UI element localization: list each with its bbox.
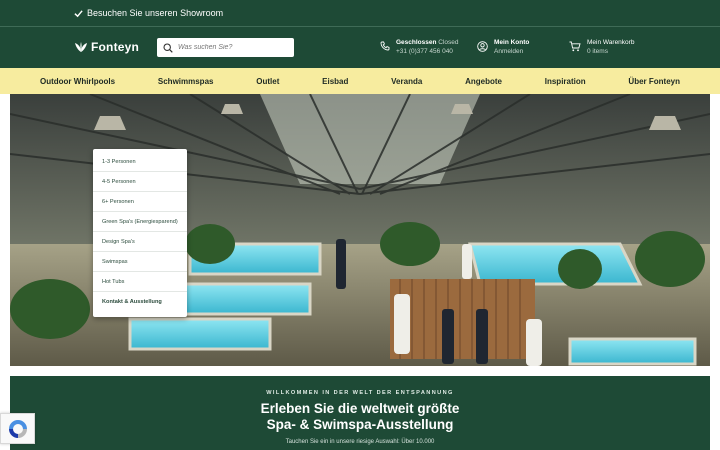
logo[interactable]: Fonteyn	[74, 40, 139, 54]
cart-link[interactable]: Mein Warenkorb 0 items	[569, 38, 634, 56]
status-label: Geschlossen	[396, 39, 437, 46]
menu-item-design-spas[interactable]: Design Spa's	[93, 232, 187, 252]
category-dropdown: 1-3 Personen 4-5 Personen 6+ Personen Gr…	[93, 149, 187, 317]
logo-text: Fonteyn	[91, 40, 140, 54]
nav-item-outdoor-whirlpools[interactable]: Outdoor Whirlpools	[40, 77, 115, 86]
nav-item-angebote[interactable]: Angebote	[465, 77, 502, 86]
search-input[interactable]	[178, 44, 288, 51]
welcome-section: WILLKOMMEN IN DER WELT DER ENTSPANNUNG E…	[10, 376, 710, 450]
leaf-logo-icon	[75, 42, 87, 52]
headline-line-2: Spa- & Swimspa-Ausstellung	[266, 417, 454, 432]
nav-item-veranda[interactable]: Veranda	[391, 77, 422, 86]
status-state: Closed	[438, 39, 459, 46]
main-nav: Outdoor Whirlpools Schwimmspas Outlet Ei…	[0, 68, 720, 94]
phone-icon	[380, 41, 390, 51]
nav-item-schwimmspas[interactable]: Schwimmspas	[158, 77, 214, 86]
nav-item-outlet[interactable]: Outlet	[256, 77, 279, 86]
cart-label: Mein Warenkorb	[587, 39, 635, 46]
search-box[interactable]	[157, 38, 294, 57]
check-icon	[74, 9, 83, 17]
menu-item-green-spas[interactable]: Green Spa's (Energiesparend)	[93, 212, 187, 232]
nav-item-ueber-fonteyn[interactable]: Über Fonteyn	[628, 77, 680, 86]
menu-item-hot-tubs[interactable]: Hot Tubs	[93, 272, 187, 292]
site-header: Fonteyn Geschlossen Closed +31 (0)377 45…	[0, 27, 720, 68]
nav-item-eisbad[interactable]: Eisbad	[322, 77, 348, 86]
welcome-headline: Erleben Sie die weltweit größte Spa- & S…	[10, 401, 710, 433]
cart-count: 0 items	[587, 48, 608, 55]
opening-status[interactable]: Geschlossen Closed +31 (0)377 456 040	[380, 38, 459, 56]
menu-item-6-plus-personen[interactable]: 6+ Personen	[93, 192, 187, 212]
welcome-kicker: WILLKOMMEN IN DER WELT DER ENTSPANNUNG	[266, 390, 454, 396]
recaptcha-badge[interactable]	[0, 413, 35, 444]
menu-item-4-5-personen[interactable]: 4-5 Personen	[93, 172, 187, 192]
nav-item-inspiration[interactable]: Inspiration	[545, 77, 586, 86]
search-icon[interactable]	[163, 42, 173, 53]
recaptcha-icon	[8, 419, 27, 438]
showroom-link[interactable]: Besuchen Sie unseren Showroom	[87, 8, 223, 18]
announcement-bar[interactable]: Besuchen Sie unseren Showroom	[0, 0, 720, 27]
phone-number[interactable]: +31 (0)377 456 040	[396, 47, 459, 56]
user-icon	[477, 41, 488, 52]
account-label: Mein Konto	[494, 39, 530, 46]
cart-icon	[569, 41, 581, 52]
headline-line-1: Erleben Sie die weltweit größte	[260, 401, 460, 416]
login-link[interactable]: Anmelden	[494, 47, 529, 56]
menu-item-kontakt-ausstellung[interactable]: Kontakt & Ausstellung	[93, 292, 187, 312]
menu-item-1-3-personen[interactable]: 1-3 Personen	[93, 152, 187, 172]
menu-item-swimspas[interactable]: Swimspas	[93, 252, 187, 272]
account-link[interactable]: Mein Konto Anmelden	[477, 38, 529, 56]
welcome-subtext: Tauchen Sie ein in unsere riesige Auswah…	[285, 439, 435, 445]
